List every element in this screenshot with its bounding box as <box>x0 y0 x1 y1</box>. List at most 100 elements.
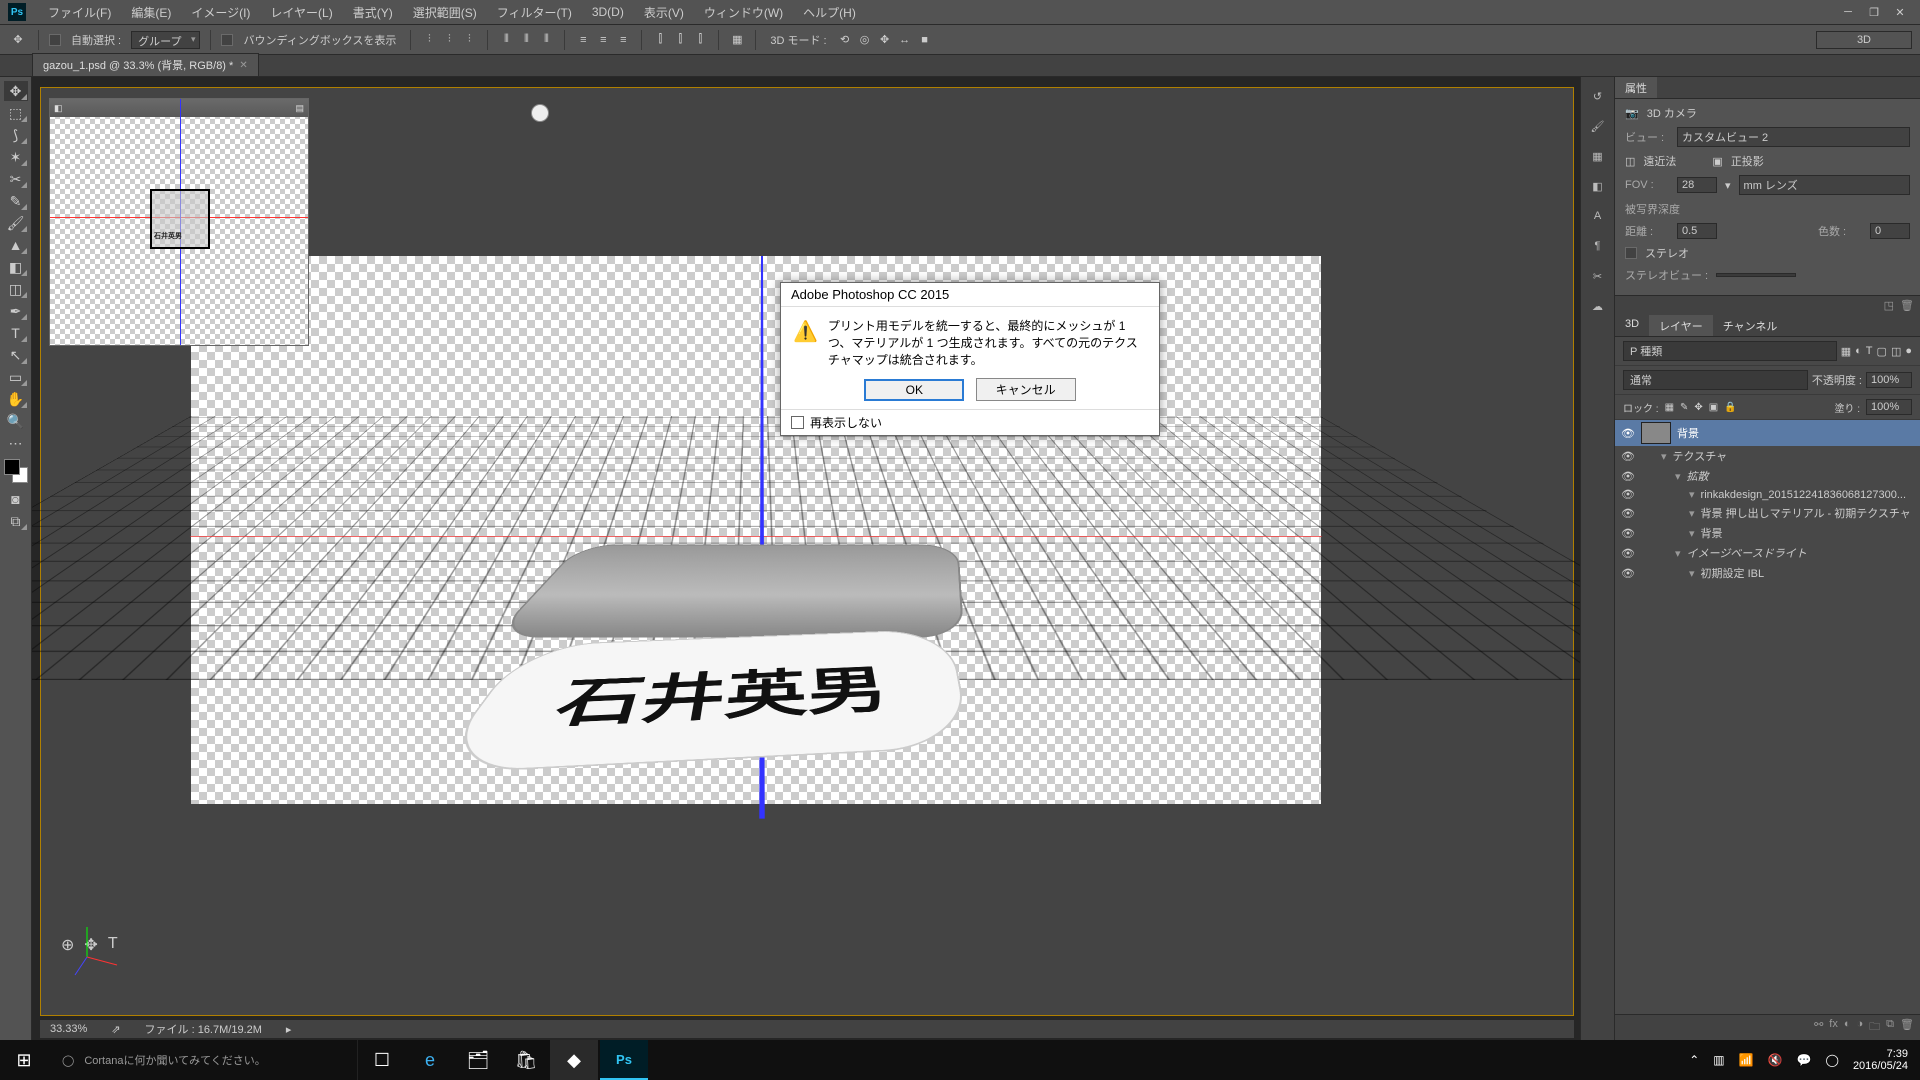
menu-filter[interactable]: フィルター(T) <box>487 0 582 25</box>
pen-tool[interactable]: ✒ <box>4 301 28 321</box>
layer-item[interactable]: 👁▾イメージベースドライト <box>1615 543 1920 563</box>
cancel-button[interactable]: キャンセル <box>976 378 1076 401</box>
props-trash-icon[interactable]: 🗑 <box>1900 299 1914 312</box>
document-tab[interactable]: gazou_1.psd @ 33.3% (背景, RGB/8) * ✕ <box>32 53 259 76</box>
layer-item[interactable]: 👁▾背景 <box>1615 523 1920 543</box>
explorer-icon[interactable]: 🗂 <box>454 1040 502 1080</box>
lock-all-icon[interactable]: ▦ <box>1665 402 1674 413</box>
3d-panel-tab[interactable]: 3D <box>1615 315 1649 336</box>
layer-item[interactable]: 👁▾初期設定 IBL <box>1615 563 1920 583</box>
wifi-icon[interactable]: 📶 <box>1739 1053 1754 1067</box>
document-tab-close-icon[interactable]: ✕ <box>239 60 247 71</box>
fov-unit[interactable]: mm レンズ <box>1739 175 1910 195</box>
brush-tool[interactable]: 🖌 <box>4 213 28 233</box>
ortho-icon[interactable]: ▣ <box>1712 155 1722 168</box>
lock-pos-icon[interactable]: ✥ <box>1694 402 1702 413</box>
crop-tool[interactable]: ✂ <box>4 169 28 189</box>
new-layer-icon[interactable]: ⧉ <box>1886 1018 1894 1037</box>
blend-mode-select[interactable]: 通常 <box>1623 370 1808 390</box>
tools-preset-icon[interactable]: ✂ <box>1587 267 1609 285</box>
swatches-icon[interactable]: ▦ <box>1587 147 1609 165</box>
visibility-icon[interactable]: 👁 <box>1621 488 1635 501</box>
view-select[interactable]: カスタムビュー 2 <box>1677 127 1910 147</box>
auto-align-icon[interactable]: ▦ <box>729 32 745 48</box>
tool-edit[interactable]: ⋯ <box>4 433 28 453</box>
lasso-tool[interactable]: ⟆ <box>4 125 28 145</box>
roll-icon[interactable]: ◎ <box>857 32 873 48</box>
start-button[interactable]: ⊞ <box>0 1040 48 1080</box>
ok-button[interactable]: OK <box>864 379 964 401</box>
filter-adjust-icon[interactable]: ◐ <box>1855 345 1862 357</box>
filter-type-icon[interactable]: T <box>1866 345 1873 357</box>
workspace-switcher[interactable]: 3D <box>1816 31 1912 49</box>
layer-item[interactable]: 👁▾rinkakdesign_201512241836068127300... <box>1615 486 1920 503</box>
orbit-icon[interactable]: ⟲ <box>837 32 853 48</box>
visibility-icon[interactable]: 👁 <box>1621 450 1635 463</box>
distribute-top-icon[interactable]: ≡ <box>575 32 591 48</box>
filter-shape-icon[interactable]: ▢ <box>1877 345 1887 358</box>
visibility-icon[interactable]: 👁 <box>1621 427 1635 440</box>
move-tool[interactable]: ✥ <box>4 81 28 101</box>
fill-input[interactable]: 100% <box>1866 399 1912 415</box>
slide-icon[interactable]: ↔ <box>897 32 913 48</box>
window-restore-button[interactable]: ❐ <box>1862 4 1886 20</box>
3d-light-icon[interactable] <box>531 104 549 122</box>
menu-edit[interactable]: 編集(E) <box>121 0 181 25</box>
menu-view[interactable]: 表示(V) <box>634 0 694 25</box>
stamp-tool[interactable]: ▲ <box>4 235 28 255</box>
lock-icon[interactable]: 🔒 <box>1724 402 1736 413</box>
auto-select-checkbox[interactable] <box>49 34 61 46</box>
blur-input[interactable]: 0 <box>1870 223 1910 239</box>
align-right-icon[interactable]: ⫴ <box>538 32 554 48</box>
show-bbox-checkbox[interactable] <box>221 34 233 46</box>
dont-show-checkbox[interactable] <box>791 416 804 429</box>
type-tool[interactable]: T <box>4 323 28 343</box>
filter-toggle[interactable]: ● <box>1905 345 1912 357</box>
visibility-icon[interactable]: 👁 <box>1621 547 1635 560</box>
status-share-icon[interactable]: ⇗ <box>111 1023 120 1036</box>
cc-libraries-icon[interactable]: ☁ <box>1587 297 1609 315</box>
cc-icon[interactable]: ◆ <box>550 1040 598 1080</box>
navigator-panel[interactable]: ◧▤ 石井英男 <box>49 98 309 346</box>
filter-smart-icon[interactable]: ◫ <box>1891 345 1901 358</box>
tray-chevron-icon[interactable]: ⌃ <box>1689 1053 1699 1067</box>
eraser-tool[interactable]: ◧ <box>4 257 28 277</box>
window-minimize-button[interactable]: ─ <box>1836 4 1860 20</box>
filter-pixel-icon[interactable]: ▦ <box>1841 345 1851 358</box>
zoom3d-icon[interactable]: ■ <box>917 32 933 48</box>
window-close-button[interactable]: ✕ <box>1888 4 1912 20</box>
battery-icon[interactable]: ▥ <box>1713 1053 1724 1067</box>
brush-panel-icon[interactable]: 🖌 <box>1587 117 1609 135</box>
path-select-tool[interactable]: ↖ <box>4 345 28 365</box>
screenmode-tool[interactable]: ⧉ <box>4 511 28 531</box>
align-hcenter-icon[interactable]: ⫴ <box>518 32 534 48</box>
shape-tool[interactable]: ▭ <box>4 367 28 387</box>
edge-icon[interactable]: e <box>406 1040 454 1080</box>
auto-select-target[interactable]: グループ <box>131 31 200 49</box>
paragraph-icon[interactable]: ¶ <box>1587 237 1609 255</box>
distribute-vcenter-icon[interactable]: ≡ <box>595 32 611 48</box>
distribute-bottom-icon[interactable]: ≡ <box>615 32 631 48</box>
history-icon[interactable]: ↺ <box>1587 87 1609 105</box>
visibility-icon[interactable]: 👁 <box>1621 470 1635 483</box>
align-bottom-icon[interactable]: ⫶ <box>461 32 477 48</box>
cortana-search[interactable]: ◯ Cortanaに何か聞いてみてください。 <box>48 1040 358 1080</box>
link-icon[interactable]: ⚯ <box>1814 1018 1823 1037</box>
mask-icon[interactable]: ◐ <box>1844 1018 1851 1037</box>
status-zoom[interactable]: 33.33% <box>50 1023 87 1035</box>
store-icon[interactable]: 🛍 <box>502 1040 550 1080</box>
lock-artboard-icon[interactable]: ▣ <box>1709 402 1718 413</box>
align-left-icon[interactable]: ⫴ <box>498 32 514 48</box>
pan-icon[interactable]: ✥ <box>877 32 893 48</box>
opacity-input[interactable]: 100% <box>1866 372 1912 388</box>
stereo-checkbox[interactable] <box>1625 247 1637 259</box>
adjustment-icon[interactable]: ◑ <box>1857 1018 1864 1037</box>
zoom-tool[interactable]: 🔍 <box>4 411 28 431</box>
magic-wand-tool[interactable]: ✶ <box>4 147 28 167</box>
layer-item[interactable]: 👁▾拡散 <box>1615 466 1920 486</box>
taskbar-clock[interactable]: 7:39 2016/05/24 <box>1853 1048 1908 1072</box>
layer-item[interactable]: 👁▾テクスチャ <box>1615 446 1920 466</box>
quickmask-tool[interactable]: ◙ <box>4 489 28 509</box>
menu-image[interactable]: イメージ(I) <box>181 0 260 25</box>
group-icon[interactable]: 🗀 <box>1869 1018 1880 1037</box>
